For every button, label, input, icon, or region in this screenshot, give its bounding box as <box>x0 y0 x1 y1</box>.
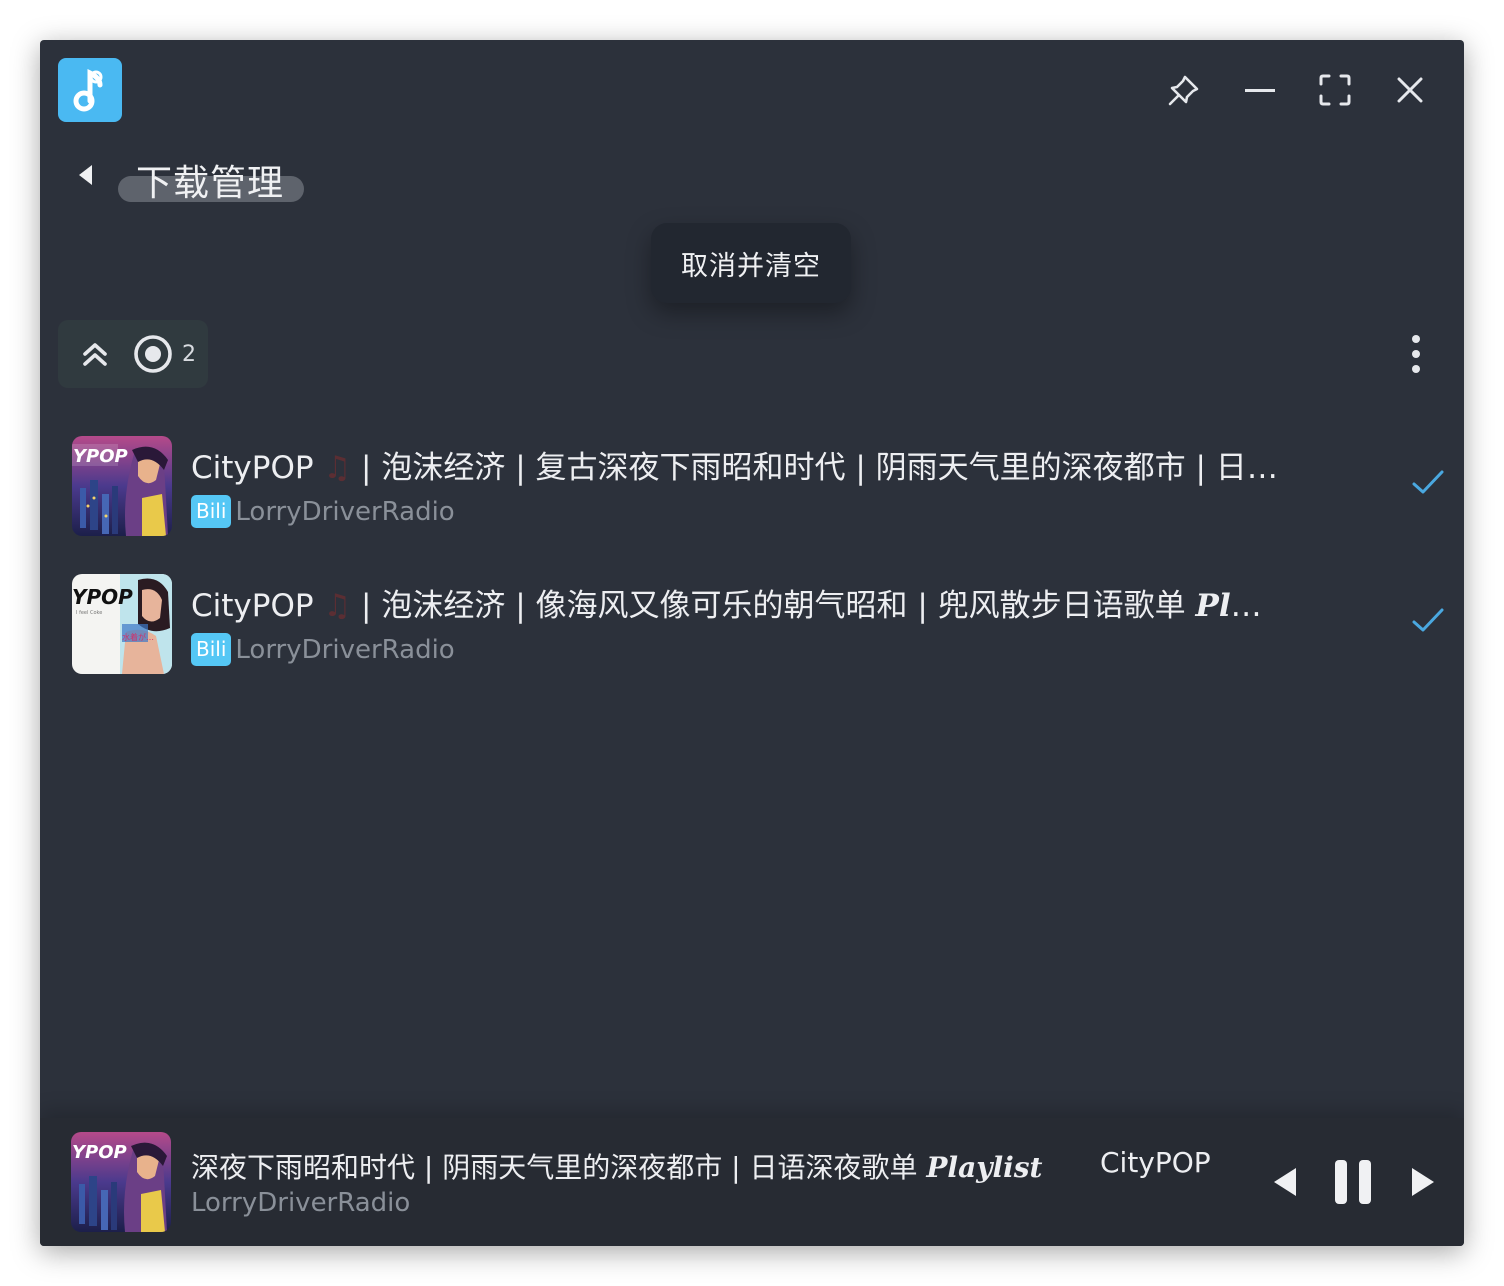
download-title: CityPOP ♫ | 泡沫经济 | 复古深夜下雨昭和时代 | 阴雨天气里的深夜… <box>191 442 1281 487</box>
now-playing-title: 深夜下雨昭和时代 | 阴雨天气里的深夜都市 | 日语深夜歌单 Playlist <box>191 1146 1071 1186</box>
check-icon <box>1410 602 1446 638</box>
page-title-text: 下载管理 <box>136 163 285 204</box>
title-prefix: CityPOP <box>191 588 314 624</box>
artist-name: LorryDriverRadio <box>235 496 455 527</box>
svg-text:YPOP: YPOP <box>73 446 128 467</box>
download-item[interactable]: YPOP CityPOP ♫ | 泡沫经济 | 复古深夜下雨昭和时代 | 阴雨天… <box>58 420 1446 540</box>
previous-icon[interactable] <box>1262 1160 1306 1204</box>
title-suffix: Playlist <box>926 1151 1043 1184</box>
player-bar: YPOP 深夜下雨昭和时代 | 阴雨天气里的深夜都市 | 日语深夜歌单 Play… <box>40 1118 1464 1246</box>
minimize-icon[interactable] <box>1240 70 1280 110</box>
next-icon[interactable] <box>1402 1160 1446 1204</box>
cancel-and-clear-tooltip: 取消并清空 <box>651 223 851 303</box>
more-vertical-icon[interactable] <box>1398 330 1434 378</box>
album-cover: 水着が… YPOP I feel Coke <box>72 574 172 674</box>
title-main: | 泡沫经济 | 像海风又像可乐的朝气昭和 | 兜风散步日语歌单 <box>351 588 1196 624</box>
now-playing-title-ghost: CityPOP <box>1100 1146 1211 1179</box>
pin-icon[interactable] <box>1164 70 1204 110</box>
download-item[interactable]: 水着が… YPOP I feel Coke CityPOP ♫ | 泡沫经济 |… <box>58 558 1446 678</box>
download-meta: Bili LorryDriverRadio <box>191 495 455 528</box>
download-title: CityPOP ♫ | 泡沫经济 | 像海风又像可乐的朝气昭和 | 兜风散步日语… <box>191 580 1281 625</box>
now-playing-artist: LorryDriverRadio <box>191 1188 411 1218</box>
check-icon <box>1410 464 1446 500</box>
artist-name: LorryDriverRadio <box>235 634 455 665</box>
download-meta: Bili LorryDriverRadio <box>191 633 455 666</box>
fullscreen-icon[interactable] <box>1315 70 1355 110</box>
app-window: 下载管理 取消并清空 2 YPOP CityPOP ♫ | 泡沫经济 | 复古深… <box>40 40 1464 1246</box>
title-suffix: Playlist <box>1195 588 1281 624</box>
now-playing-cover[interactable]: YPOP <box>71 1132 171 1232</box>
double-chevron-up-icon[interactable] <box>74 333 116 375</box>
svg-text:水着が…: 水着が… <box>122 632 154 642</box>
pause-icon[interactable] <box>1330 1154 1376 1210</box>
album-cover: YPOP <box>72 436 172 536</box>
radio-target-icon[interactable] <box>130 331 176 377</box>
svg-text:YPOP: YPOP <box>72 585 133 609</box>
music-note-icon <box>58 58 122 122</box>
download-toolbar: 2 <box>58 320 208 388</box>
back-arrow-icon[interactable] <box>70 158 100 192</box>
music-note-emoji: ♫ <box>323 450 352 486</box>
title-scroll: 深夜下雨昭和时代 | 阴雨天气里的深夜都市 | 日语深夜歌单 <box>191 1151 927 1184</box>
music-note-emoji: ♫ <box>323 588 352 624</box>
source-badge: Bili <box>191 495 232 528</box>
close-icon[interactable] <box>1390 70 1430 110</box>
title-prefix: CityPOP <box>191 450 314 486</box>
svg-text:I feel Coke: I feel Coke <box>76 610 102 616</box>
svg-text:YPOP: YPOP <box>72 1142 127 1163</box>
page-title: 下载管理 <box>118 148 304 204</box>
title-main: | 泡沫经济 | 复古深夜下雨昭和时代 | 阴雨天气里的深夜都市 | 日语深夜歌… <box>361 450 1281 486</box>
source-badge: Bili <box>191 633 232 666</box>
download-count: 2 <box>182 341 196 367</box>
